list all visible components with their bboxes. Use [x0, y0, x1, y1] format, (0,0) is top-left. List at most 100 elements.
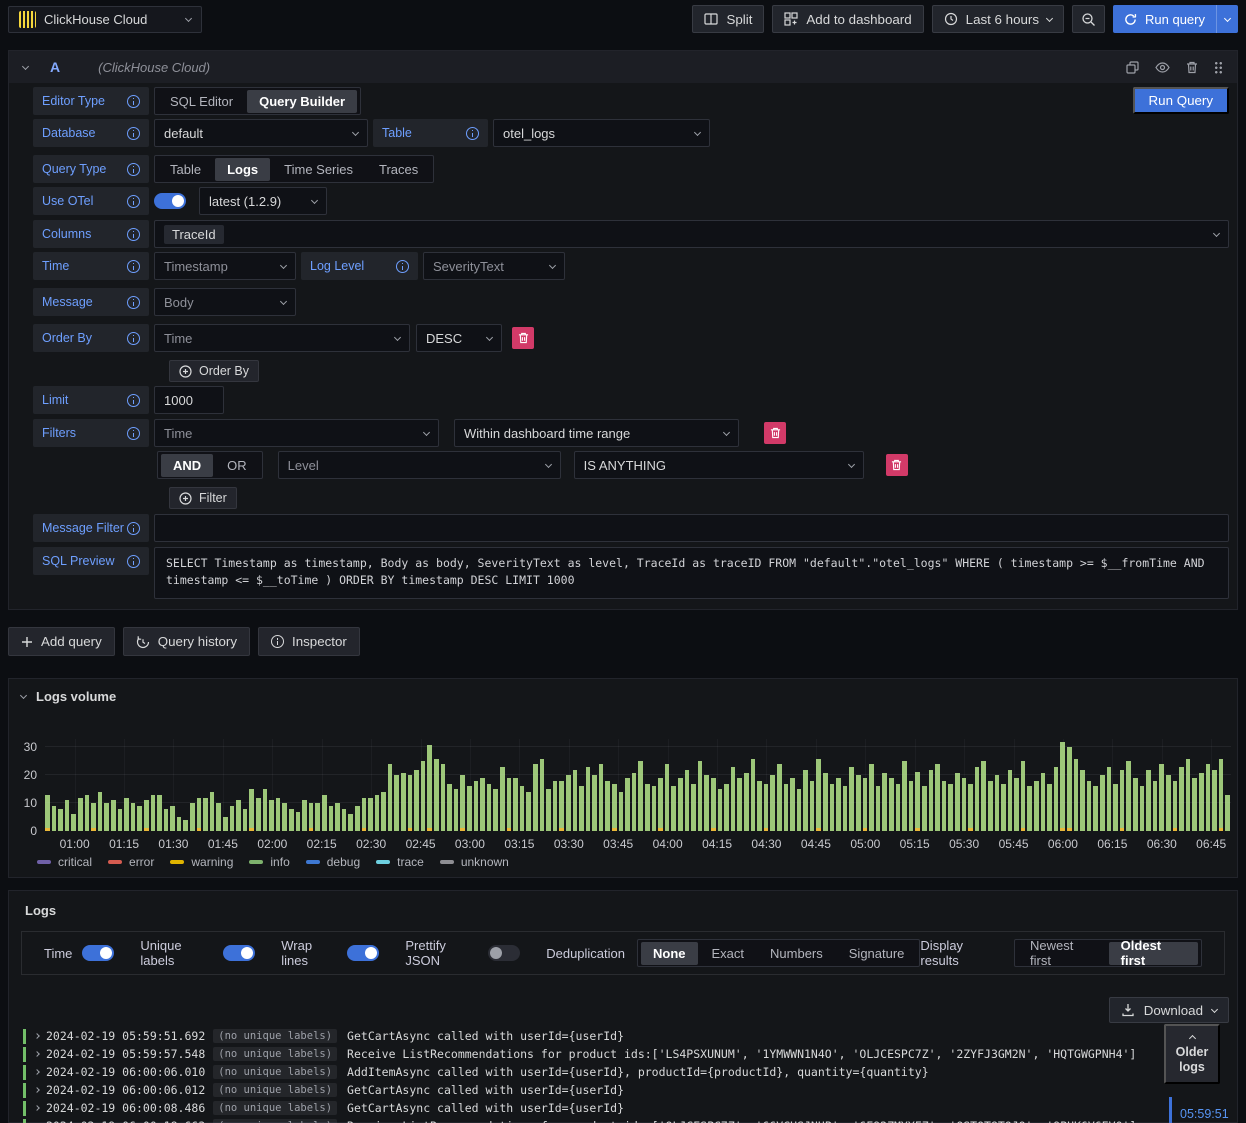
database-select[interactable]: default — [154, 119, 368, 147]
info-icon[interactable] — [127, 126, 140, 140]
inspector-button[interactable]: Inspector — [258, 627, 360, 656]
legend-item-trace[interactable]: trace — [376, 855, 424, 869]
log-labels: (no unique labels) — [213, 1029, 338, 1043]
table-select[interactable]: otel_logs — [493, 119, 710, 147]
legend-item-warning[interactable]: warning — [170, 855, 233, 869]
otel-version-select[interactable]: latest (1.2.9) — [199, 187, 327, 215]
info-icon[interactable] — [127, 554, 140, 568]
zoom-out-button[interactable] — [1072, 5, 1106, 33]
logs-volume-header[interactable]: Logs volume — [9, 679, 1237, 704]
time-range-picker[interactable]: Last 6 hours — [931, 5, 1065, 33]
add-order-by-button[interactable]: Order By — [169, 360, 260, 382]
log-row[interactable]: 2024-02-19 06:00:18.663 (no unique labels… — [15, 1117, 1167, 1123]
query-type-option-traces[interactable]: Traces — [367, 158, 430, 181]
prettify-json-toggle[interactable] — [488, 945, 521, 961]
bar — [64, 800, 70, 831]
bar — [1086, 780, 1092, 831]
download-icon — [1122, 1004, 1134, 1017]
query-type-option-table[interactable]: Table — [158, 158, 213, 181]
y-tick: 0 — [30, 824, 37, 838]
info-icon[interactable] — [127, 259, 140, 273]
column-token[interactable]: TraceId — [164, 224, 224, 244]
bar — [434, 758, 439, 831]
add-query-button[interactable]: Add query — [8, 627, 115, 656]
log-row[interactable]: 2024-02-19 05:59:57.548 (no unique labels… — [15, 1045, 1167, 1063]
expand-chevron-icon[interactable] — [34, 1087, 40, 1093]
filter-field-select[interactable]: Time — [154, 419, 439, 447]
dedup-option-none[interactable]: None — [641, 941, 698, 965]
split-button[interactable]: Split — [692, 5, 765, 33]
run-query-button[interactable]: Run query — [1113, 5, 1216, 33]
info-icon[interactable] — [127, 393, 140, 407]
dedup-option-numbers[interactable]: Numbers — [758, 942, 835, 965]
download-button[interactable]: Download — [1108, 997, 1229, 1023]
legend-item-info[interactable]: info — [249, 855, 290, 869]
expand-chevron-icon[interactable] — [34, 1069, 40, 1075]
query-history-button[interactable]: Query history — [122, 627, 251, 656]
query-header[interactable]: A (ClickHouse Cloud) — [9, 51, 1237, 83]
expand-chevron-icon[interactable] — [34, 1051, 40, 1057]
chevron-up-icon — [1188, 1034, 1196, 1043]
legend-item-critical[interactable]: critical — [37, 855, 92, 869]
expand-chevron-icon[interactable] — [34, 1105, 40, 1111]
info-icon[interactable] — [127, 295, 140, 309]
order-by-select[interactable]: Time — [154, 324, 410, 352]
columns-multiselect[interactable]: TraceId — [154, 220, 1229, 248]
collapse-chevron-icon[interactable] — [21, 62, 30, 70]
log-level-select[interactable]: SeverityText — [423, 252, 565, 280]
time-column-select[interactable]: Timestamp — [154, 252, 296, 280]
info-icon[interactable] — [396, 259, 409, 273]
info-icon[interactable] — [127, 94, 140, 108]
wrap-lines-toggle[interactable] — [347, 945, 380, 961]
datasource-picker[interactable]: ClickHouse Cloud — [8, 5, 202, 33]
remove-order-by-button[interactable] — [512, 327, 534, 349]
query-type-option-time-series[interactable]: Time Series — [272, 158, 365, 181]
info-icon[interactable] — [127, 162, 140, 176]
time-toggle[interactable] — [82, 945, 115, 961]
log-row[interactable]: 2024-02-19 06:00:08.486 (no unique labels… — [15, 1099, 1167, 1117]
older-logs-button[interactable]: Older logs — [1164, 1024, 1220, 1084]
filter2-field-select[interactable]: Level — [277, 451, 561, 479]
dedup-option-exact[interactable]: Exact — [700, 942, 757, 965]
run-query-caret[interactable] — [1216, 5, 1238, 33]
legend-item-debug[interactable]: debug — [305, 855, 360, 869]
editor-type-option-sql-editor[interactable]: SQL Editor — [158, 90, 245, 113]
info-icon[interactable] — [127, 426, 140, 440]
order-direction-select[interactable]: DESC — [416, 324, 502, 352]
info-icon[interactable] — [127, 521, 140, 535]
legend-item-unknown[interactable]: unknown — [439, 855, 509, 869]
limit-input[interactable] — [154, 386, 224, 414]
filter2-operator-select[interactable]: IS ANYTHING — [573, 451, 864, 479]
info-icon[interactable] — [127, 227, 140, 241]
message-column-select[interactable]: Body — [154, 288, 296, 316]
info-icon[interactable] — [466, 126, 479, 140]
unique-labels-toggle[interactable] — [223, 945, 256, 961]
add-to-dashboard-button[interactable]: Add to dashboard — [772, 5, 924, 33]
logs-volume-chart[interactable] — [45, 739, 1231, 831]
info-icon[interactable] — [127, 331, 140, 345]
use-otel-toggle[interactable] — [154, 193, 186, 209]
legend-item-error[interactable]: error — [108, 855, 154, 869]
bool-op-option-and[interactable]: AND — [161, 453, 214, 477]
log-row[interactable]: 2024-02-19 06:00:06.012 (no unique labels… — [15, 1081, 1167, 1099]
filter-operator-select[interactable]: Within dashboard time range — [454, 419, 739, 447]
trash-icon[interactable] — [1186, 61, 1198, 74]
info-icon[interactable] — [127, 194, 140, 208]
remove-filter2-button[interactable] — [885, 454, 908, 476]
log-row[interactable]: 2024-02-19 06:00:06.010 (no unique labels… — [15, 1063, 1167, 1081]
expand-chevron-icon[interactable] — [34, 1033, 40, 1039]
display-option-newest-first[interactable]: Newest first — [1018, 938, 1107, 968]
log-row[interactable]: 2024-02-19 05:59:51.692 (no unique labels… — [15, 1027, 1167, 1045]
add-filter-button[interactable]: Filter — [169, 487, 237, 509]
query-type-option-logs[interactable]: Logs — [215, 157, 271, 181]
drag-handle-icon[interactable] — [1214, 60, 1223, 74]
eye-icon[interactable] — [1155, 61, 1170, 73]
display-option-oldest-first[interactable]: Oldest first — [1108, 938, 1198, 968]
dedup-option-signature[interactable]: Signature — [837, 942, 917, 965]
collapse-chevron-icon[interactable] — [19, 691, 28, 700]
duplicate-icon[interactable] — [1126, 60, 1139, 74]
message-filter-input[interactable] — [154, 514, 1229, 542]
editor-type-option-query-builder[interactable]: Query Builder — [247, 89, 358, 113]
bool-op-option-or[interactable]: OR — [215, 454, 259, 477]
remove-filter-button[interactable] — [764, 422, 786, 444]
